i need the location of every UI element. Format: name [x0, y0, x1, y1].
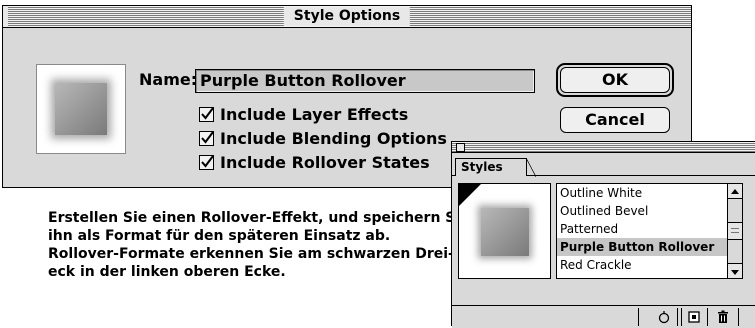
close-box-icon[interactable] [456, 143, 465, 152]
checkbox-label: Include Blending Options [220, 128, 447, 148]
separator [707, 308, 708, 326]
caption: Erstellen Sie einen Rollover-Effekt, und… [48, 209, 470, 281]
clear-style-icon[interactable] [655, 309, 673, 325]
separator [681, 308, 682, 326]
style-preview [36, 64, 126, 154]
palette-footer [452, 305, 755, 328]
separator [738, 308, 739, 326]
checkbox-label: Include Rollover States [220, 152, 430, 172]
new-style-icon[interactable] [685, 309, 703, 325]
style-thumbnail [458, 183, 551, 279]
thumbnail-swatch [481, 208, 529, 256]
tab-styles[interactable]: Styles [455, 158, 536, 177]
name-input[interactable]: Purple Button Rollover [195, 69, 535, 93]
caption-line: Erstellen Sie einen Rollover-Effekt, und… [48, 210, 470, 226]
separator [638, 308, 639, 326]
checkbox-include-layer-effects[interactable]: Include Layer Effects [199, 103, 408, 125]
palette-titlebar[interactable] [452, 142, 755, 153]
preview-swatch [55, 83, 107, 135]
cancel-button[interactable]: Cancel [560, 107, 670, 133]
trash-icon[interactable] [714, 309, 732, 325]
list-item[interactable]: Patterned [557, 220, 727, 238]
ok-button[interactable]: OK [560, 67, 670, 93]
dialog-title: Style Options [283, 7, 411, 26]
scrollbar[interactable] [727, 183, 743, 279]
scroll-up-arrow-icon[interactable] [728, 184, 742, 199]
name-label: Name: [139, 70, 198, 89]
checkbox-include-blending-options[interactable]: Include Blending Options [199, 127, 447, 149]
separator [677, 308, 678, 326]
palette-content: Outline White Outlined Bevel Patterned P… [455, 179, 755, 304]
checkbox-icon[interactable] [199, 154, 214, 170]
caption-line: ihn als Format für den späteren Einsatz … [48, 228, 391, 244]
style-list: Outline White Outlined Bevel Patterned P… [556, 183, 728, 279]
close-box[interactable] [3, 6, 8, 27]
checkbox-label: Include Layer Effects [220, 104, 409, 124]
list-item[interactable]: Outlined Bevel [557, 202, 727, 220]
rollover-triangle-icon [459, 184, 481, 206]
checkbox-icon[interactable] [199, 106, 214, 122]
list-item[interactable]: Red Crackle [557, 256, 727, 274]
list-item-selected[interactable]: Purple Button Rollover [557, 238, 727, 256]
styles-palette: Styles Outline White Outlined Bevel Patt… [451, 141, 755, 328]
checkbox-include-rollover-states[interactable]: Include Rollover States [199, 151, 430, 173]
list-item[interactable]: Outline White [557, 184, 727, 202]
dialog-titlebar[interactable]: Style Options [3, 6, 691, 28]
scroll-thumb[interactable] [728, 222, 742, 240]
tab-strip: Styles [452, 153, 755, 179]
caption-line: eck in der linken oberen Ecke. [48, 264, 286, 280]
scroll-down-arrow-icon[interactable] [728, 263, 742, 278]
checkbox-icon[interactable] [199, 130, 214, 146]
caption-line: Rollover-Formate erkennen Sie am schwarz… [48, 246, 454, 262]
